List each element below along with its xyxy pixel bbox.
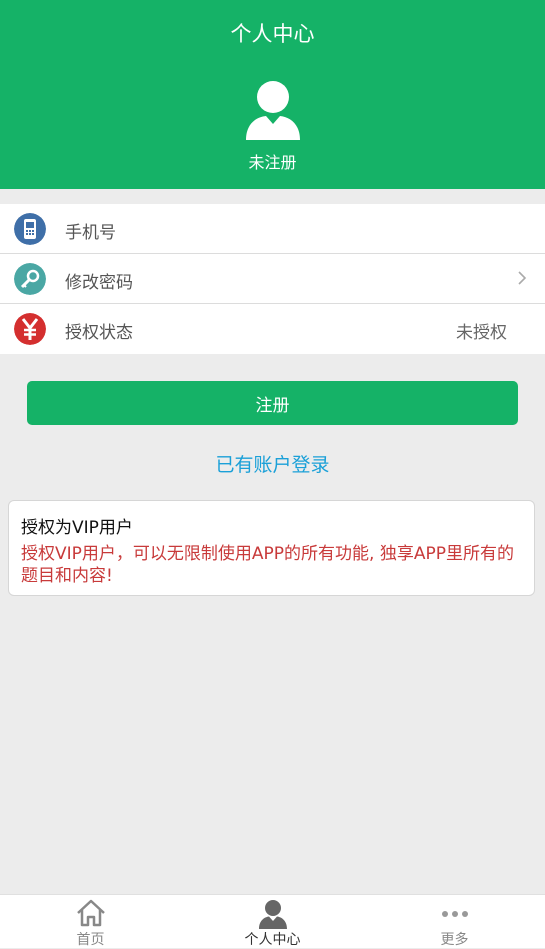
profile-header: 个人中心 未注册 xyxy=(0,0,545,189)
user-icon xyxy=(258,900,287,929)
auth-status-value: 未授权 xyxy=(456,323,507,343)
auth-status-label: 授权状态 xyxy=(65,323,133,343)
avatar-icon xyxy=(246,81,300,140)
change-password-row[interactable]: 修改密码 xyxy=(0,254,545,304)
login-link[interactable]: 已有账户登录 xyxy=(0,450,545,477)
tab-profile-label: 个人中心 xyxy=(244,932,301,948)
yen-icon xyxy=(14,313,46,345)
tab-home-label: 首页 xyxy=(76,932,105,948)
tab-more-label: 更多 xyxy=(440,932,469,948)
vip-card-title: 授权为VIP用户 xyxy=(21,518,133,538)
home-icon xyxy=(76,899,105,927)
settings-list: 手机号 修改密码 授权状态 未授权 xyxy=(0,204,545,354)
tab-profile[interactable]: 个人中心 xyxy=(182,895,363,949)
user-status: 未注册 xyxy=(248,153,297,172)
phone-row[interactable]: 手机号 xyxy=(0,204,545,254)
vip-card-description: 授权VIP用户，可以无限制使用APP的所有功能, 独享APP里所有的题目和内容! xyxy=(21,544,514,586)
bottom-tab-bar: 首页 个人中心 更多 xyxy=(0,894,545,948)
tab-home[interactable]: 首页 xyxy=(0,895,181,949)
phone-label: 手机号 xyxy=(65,223,116,243)
chevron-right-icon xyxy=(518,271,527,285)
change-password-label: 修改密码 xyxy=(65,273,133,293)
auth-status-row[interactable]: 授权状态 未授权 xyxy=(0,304,545,354)
page-title: 个人中心 xyxy=(230,22,315,46)
tab-more[interactable]: 更多 xyxy=(364,895,545,949)
key-icon xyxy=(14,263,46,295)
phone-icon xyxy=(14,213,46,245)
vip-info-card: 授权为VIP用户 授权VIP用户，可以无限制使用APP的所有功能, 独享APP里… xyxy=(8,500,535,596)
register-button[interactable]: 注册 xyxy=(27,381,518,425)
more-icon xyxy=(441,911,468,917)
